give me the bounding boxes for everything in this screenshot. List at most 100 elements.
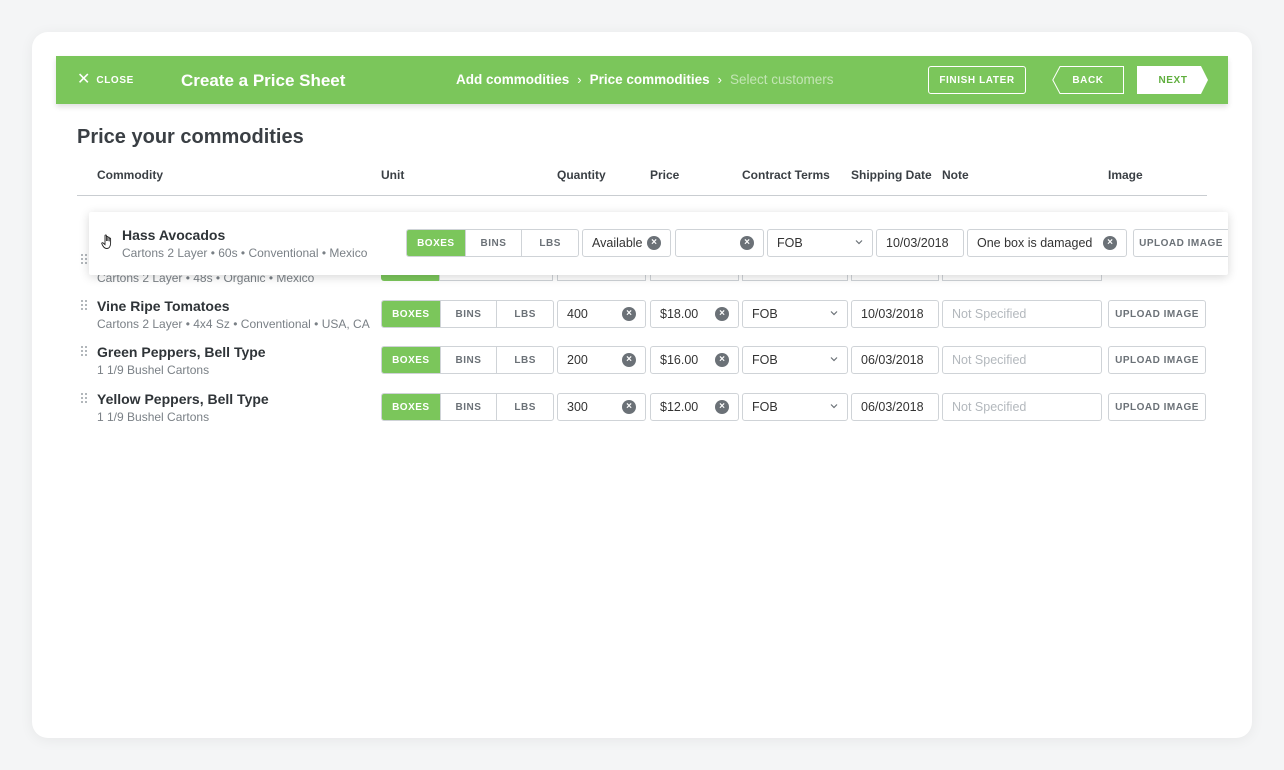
commodity-name: Yellow Peppers, Bell Type (97, 391, 269, 407)
price-field[interactable]: $18.00 × (650, 300, 739, 328)
price-value: $12.00 (660, 400, 699, 414)
clear-icon[interactable]: × (1103, 236, 1117, 250)
clear-icon[interactable]: × (647, 236, 661, 250)
step-add-commodities[interactable]: Add commodities (456, 72, 569, 87)
unit-bins-button[interactable]: BINS (439, 347, 497, 373)
upload-image-button[interactable]: UPLOAD IMAGE (1133, 229, 1228, 257)
grab-cursor-icon (101, 234, 112, 249)
back-label: BACK (1072, 74, 1104, 86)
clear-icon[interactable]: × (622, 307, 636, 321)
upload-image-button[interactable]: UPLOAD IMAGE (1108, 393, 1206, 421)
finish-later-button[interactable]: FINISH LATER (928, 66, 1026, 94)
terms-select[interactable]: FOB (742, 393, 848, 421)
clear-icon[interactable]: × (622, 353, 636, 367)
column-header-contract-terms: Contract Terms (742, 168, 830, 182)
price-field[interactable]: $16.00 × (650, 346, 739, 374)
chevron-down-icon (855, 240, 863, 245)
column-header-commodity: Commodity (97, 168, 163, 182)
date-value: 06/03/2018 (861, 353, 924, 367)
price-field[interactable]: $12.00 × (650, 393, 739, 421)
date-field[interactable]: 06/03/2018 (851, 393, 939, 421)
clear-icon[interactable]: × (715, 307, 729, 321)
quantity-field[interactable]: 200 × (557, 346, 646, 374)
unit-lbs-button[interactable]: LBS (496, 394, 553, 420)
quantity-value: Available (592, 236, 643, 250)
note-field[interactable]: Not Specified (942, 393, 1102, 421)
terms-value: FOB (752, 307, 778, 321)
unit-bins-button[interactable]: BINS (464, 230, 522, 256)
column-header-shipping-date: Shipping Date (851, 168, 932, 182)
unit-boxes-button[interactable]: BOXES (407, 230, 465, 256)
unit-boxes-button[interactable]: BOXES (382, 301, 440, 327)
next-button[interactable]: NEXT (1137, 66, 1209, 94)
drag-handle-icon[interactable] (81, 254, 87, 266)
clear-icon[interactable]: × (622, 400, 636, 414)
step-select-customers: Select customers (730, 72, 834, 87)
breadcrumb: Add commodities › Price commodities › Se… (456, 72, 834, 87)
clear-icon[interactable]: × (715, 353, 729, 367)
commodity-name: Green Peppers, Bell Type (97, 344, 266, 360)
upload-image-button[interactable]: UPLOAD IMAGE (1108, 300, 1206, 328)
header-bar: ✕ CLOSE Create a Price Sheet Add commodi… (56, 56, 1228, 104)
quantity-field[interactable]: 300 × (557, 393, 646, 421)
page-header-title: Create a Price Sheet (181, 71, 346, 90)
unit-toggle: BOXES BINS LBS (381, 300, 554, 328)
quantity-value: 400 (567, 307, 588, 321)
finish-later-label: FINISH LATER (939, 74, 1015, 86)
terms-select[interactable]: FOB (742, 300, 848, 328)
commodity-description: 1 1/9 Bushel Cartons (97, 410, 210, 424)
price-value: $16.00 (660, 353, 699, 367)
unit-lbs-button[interactable]: LBS (496, 347, 553, 373)
commodity-description: 1 1/9 Bushel Cartons (97, 363, 210, 377)
note-value: One box is damaged (977, 236, 1093, 250)
terms-select[interactable]: FOB (767, 229, 873, 257)
close-icon: ✕ (77, 71, 91, 88)
terms-select[interactable]: FOB (742, 346, 848, 374)
commodity-name: Vine Ripe Tomatoes (97, 298, 230, 314)
close-button[interactable]: ✕ CLOSE (77, 71, 134, 88)
chevron-down-icon (830, 404, 838, 409)
date-field[interactable]: 10/03/2018 (851, 300, 939, 328)
back-button[interactable]: BACK (1052, 66, 1124, 94)
clear-icon[interactable]: × (740, 236, 754, 250)
quantity-field[interactable]: Available × (582, 229, 671, 257)
clear-icon[interactable]: × (715, 400, 729, 414)
note-field[interactable]: Not Specified (942, 346, 1102, 374)
header-divider (77, 195, 1207, 196)
dragged-row[interactable]: Hass Avocados Cartons 2 Layer • 60s • Co… (89, 212, 1228, 275)
date-field[interactable]: 06/03/2018 (851, 346, 939, 374)
unit-boxes-button[interactable]: BOXES (382, 394, 440, 420)
column-header-image: Image (1108, 168, 1143, 182)
drag-handle-icon[interactable] (81, 346, 87, 358)
drag-handle-icon[interactable] (81, 393, 87, 405)
column-header-note: Note (942, 168, 969, 182)
commodity-description: Cartons 2 Layer • 4x4 Sz • Conventional … (97, 317, 370, 331)
chevron-down-icon (830, 311, 838, 316)
price-field[interactable]: × (675, 229, 764, 257)
unit-bins-button[interactable]: BINS (439, 394, 497, 420)
date-value: 10/03/2018 (886, 236, 949, 250)
upload-image-button[interactable]: UPLOAD IMAGE (1108, 346, 1206, 374)
close-label: CLOSE (96, 74, 134, 86)
commodity-name: Hass Avocados (122, 227, 226, 243)
page-title: Price your commodities (77, 126, 304, 148)
note-placeholder: Not Specified (952, 353, 1027, 367)
note-field[interactable]: Not Specified (942, 300, 1102, 328)
price-value: $18.00 (660, 307, 699, 321)
note-placeholder: Not Specified (952, 400, 1027, 414)
unit-boxes-button[interactable]: BOXES (382, 347, 440, 373)
column-header-price: Price (650, 168, 680, 182)
unit-toggle: BOXES BINS LBS (406, 229, 579, 257)
unit-lbs-button[interactable]: LBS (496, 301, 553, 327)
unit-bins-button[interactable]: BINS (439, 301, 497, 327)
chevron-right-icon: › (717, 72, 722, 87)
date-field[interactable]: 10/03/2018 (876, 229, 964, 257)
quantity-field[interactable]: 400 × (557, 300, 646, 328)
unit-lbs-button[interactable]: LBS (521, 230, 578, 256)
step-price-commodities[interactable]: Price commodities (590, 72, 710, 87)
date-value: 06/03/2018 (861, 400, 924, 414)
terms-value: FOB (752, 400, 778, 414)
drag-handle-icon[interactable] (81, 300, 87, 312)
note-field[interactable]: One box is damaged × (967, 229, 1127, 257)
quantity-value: 200 (567, 353, 588, 367)
